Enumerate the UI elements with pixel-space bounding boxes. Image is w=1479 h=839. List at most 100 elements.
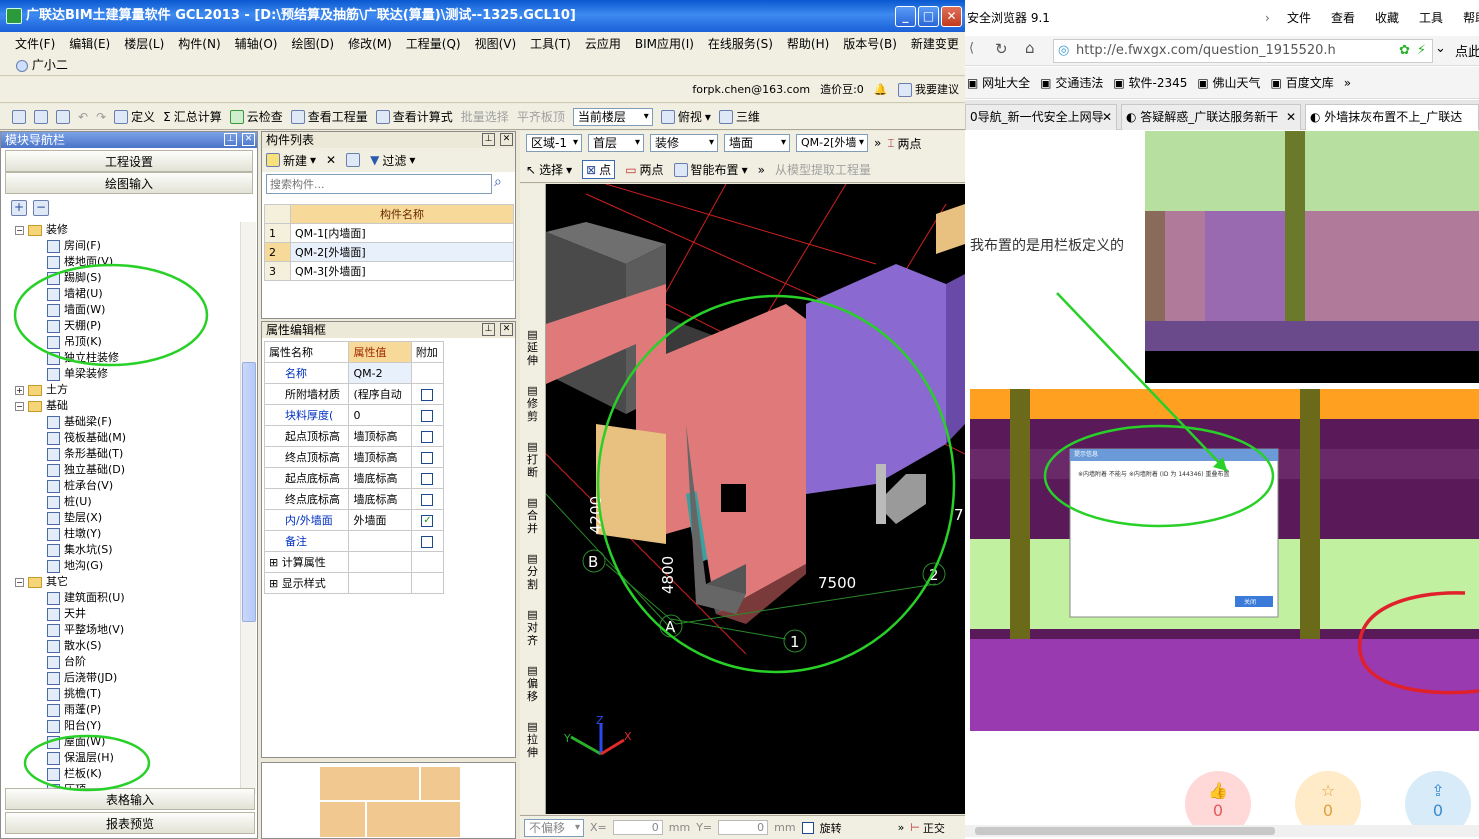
status-chevron-icon[interactable]: » [898, 821, 905, 834]
top-view-button[interactable]: 俯视 ▾ [660, 108, 711, 125]
vtool-6[interactable]: ▤ 偏移 [526, 660, 540, 716]
define-button[interactable]: 定义 [114, 108, 155, 125]
attach-checkbox[interactable] [421, 472, 434, 485]
menu-item-15[interactable]: 新建变更 [904, 35, 965, 53]
project-settings-button[interactable]: 工程设置 [5, 150, 253, 172]
x-input[interactable]: 0 [612, 820, 663, 835]
filter-button[interactable]: ▼ 过滤 ▾ [370, 152, 415, 169]
tab-close-icon[interactable]: ✕ [1102, 105, 1112, 129]
menu-item-9[interactable]: 工具(T) [523, 35, 578, 53]
extract-qty-button[interactable]: 从模型提取工程量 [775, 161, 871, 178]
new-file-icon[interactable] [12, 109, 26, 124]
refresh-icon[interactable]: ↻ [995, 40, 1008, 58]
drawing-canvas-3d[interactable]: B A 1 2 7 7500 4200 4800 Y Z X [546, 184, 965, 814]
tree-item[interactable]: − 装修 [7, 222, 240, 238]
ortho-button[interactable]: ⊢ 正交 [910, 820, 945, 836]
vtool-1[interactable]: ▤ 修剪 [526, 380, 540, 436]
tree-expander-icon[interactable]: + [15, 385, 24, 395]
props-pin-icon[interactable]: ⊥ [482, 323, 495, 336]
component-name[interactable]: QM-2[外墙面] [290, 242, 514, 262]
view-formula-button[interactable]: 查看计算式 [375, 108, 453, 125]
drawing-input-button[interactable]: 绘图输入 [5, 172, 253, 194]
bell-icon[interactable]: 🔔 [874, 83, 888, 96]
batch-select-button[interactable]: 批量选择 [461, 108, 509, 125]
tree-item[interactable]: + 土方 [7, 382, 240, 398]
table-row[interactable]: 2 QM-2[外墙面] [264, 242, 514, 262]
props-close-icon[interactable]: ✕ [500, 323, 513, 336]
browser-menu-item[interactable]: 工具 [1419, 0, 1443, 36]
suggest-button[interactable]: 我要建议 [897, 81, 959, 97]
tree-item[interactable]: 条形基础(T) [7, 446, 240, 462]
smart-layout-button[interactable]: 智能布置 ▾ [673, 161, 748, 178]
side-button[interactable]: 点此 [1455, 41, 1479, 60]
tree-expander-icon[interactable]: − [15, 401, 24, 411]
new-component-button[interactable]: 新建 ▾ [266, 152, 316, 169]
close-button[interactable]: ✕ [941, 6, 962, 27]
account-email[interactable]: forpk.chen@163.com [692, 83, 810, 96]
menu-item-3[interactable]: 构件(N) [171, 35, 227, 53]
attach-checkbox[interactable]: ✓ [421, 514, 434, 527]
undo-icon[interactable]: ↶ [78, 110, 88, 124]
rotate-checkbox[interactable] [801, 821, 814, 834]
tree-item[interactable]: 基础梁(F) [7, 414, 240, 430]
copy-icon[interactable] [346, 153, 361, 167]
bookmark-item[interactable]: ▣ 交通违法 [1040, 74, 1103, 91]
tree-scrollbar[interactable] [240, 222, 256, 794]
comp-pin-icon[interactable]: ⊥ [482, 133, 495, 146]
tree-item[interactable]: 地沟(G) [7, 558, 240, 574]
property-value[interactable] [348, 530, 412, 552]
point-button[interactable]: ⊠ 点 [582, 160, 616, 179]
flat-slab-button[interactable]: 平齐板顶 [517, 108, 565, 125]
summary-button[interactable]: Σ 汇总计算 [163, 108, 222, 125]
vtool-3[interactable]: ▤ 合并 [526, 492, 540, 548]
component-name[interactable]: QM-1[内墙面] [290, 223, 514, 243]
browser-tab[interactable]: 0导航_新一代安全上网导 ✕ [965, 104, 1117, 130]
browser-hscroll[interactable] [965, 825, 1479, 837]
expand-icon[interactable]: ⊞ [269, 577, 282, 590]
component-name[interactable]: QM-3[外墙面] [290, 261, 514, 281]
expand-all-icon[interactable]: + [11, 200, 27, 216]
property-value[interactable]: 墙底标高 [348, 488, 412, 510]
y-input[interactable]: 0 [718, 820, 769, 835]
vtool-2[interactable]: ▤ 打断 [526, 436, 540, 492]
tree-item[interactable]: 散水(S) [7, 638, 240, 654]
3d-model-view[interactable]: B A 1 2 7 7500 4200 4800 Y Z X [546, 184, 965, 814]
browser-menu-item[interactable]: 文件 [1287, 0, 1311, 36]
menu-item-13[interactable]: 帮助(H) [780, 35, 836, 53]
tree-item[interactable]: 台阶 [7, 654, 240, 670]
two-point-draw-button[interactable]: ▭ 两点 [625, 161, 663, 178]
bookmarks-more-icon[interactable]: » [1344, 76, 1351, 90]
tree-expander-icon[interactable]: − [15, 577, 24, 587]
category-select[interactable]: 装修 [650, 134, 718, 152]
tree-item[interactable]: 柱墩(Y) [7, 526, 240, 542]
tree-item[interactable]: 后浇带(JD) [7, 670, 240, 686]
vtool-7[interactable]: ▤ 拉伸 [526, 716, 540, 772]
component-select[interactable]: QM-2[外墙 [796, 134, 868, 152]
menu-item-0[interactable]: 文件(F) [8, 35, 62, 53]
cloud-check-button[interactable]: 云检查 [229, 108, 283, 125]
comp-close-icon[interactable]: ✕ [500, 133, 513, 146]
three-d-button[interactable]: 三维 [718, 108, 760, 125]
property-value[interactable]: 墙底标高 [348, 467, 412, 489]
menu-item-8[interactable]: 视图(V) [468, 35, 524, 53]
scrollbar-thumb[interactable] [242, 362, 256, 622]
maximize-button[interactable]: □ [918, 6, 939, 27]
minimize-button[interactable]: _ [895, 6, 916, 27]
tree-item[interactable]: 建筑面积(U) [7, 590, 240, 606]
property-value[interactable]: (程序自动 [348, 383, 412, 405]
vtool-5[interactable]: ▤ 对齐 [526, 604, 540, 660]
save-icon[interactable] [56, 109, 70, 124]
type-select[interactable]: 墙面 [724, 134, 790, 152]
chevron-right-icon[interactable]: › [1265, 0, 1270, 36]
bookmark-item[interactable]: ▣ 百度文库 [1271, 74, 1334, 91]
floor-select[interactable]: 当前楼层 [572, 107, 653, 126]
nav-close-icon[interactable]: ✕ [242, 133, 255, 146]
tree-item[interactable]: 挑檐(T) [7, 686, 240, 702]
expand-icon[interactable]: ⊞ [269, 556, 282, 569]
tree-item[interactable]: 独立基础(D) [7, 462, 240, 478]
browser-tab[interactable]: ◐ 外墙抹灰布置不上_广联达 [1305, 104, 1479, 130]
tree-item[interactable]: 天井 [7, 606, 240, 622]
browser-menu-item[interactable]: 帮助 [1463, 0, 1479, 36]
attach-checkbox[interactable] [421, 388, 434, 401]
delete-icon[interactable]: ✕ [326, 153, 336, 167]
